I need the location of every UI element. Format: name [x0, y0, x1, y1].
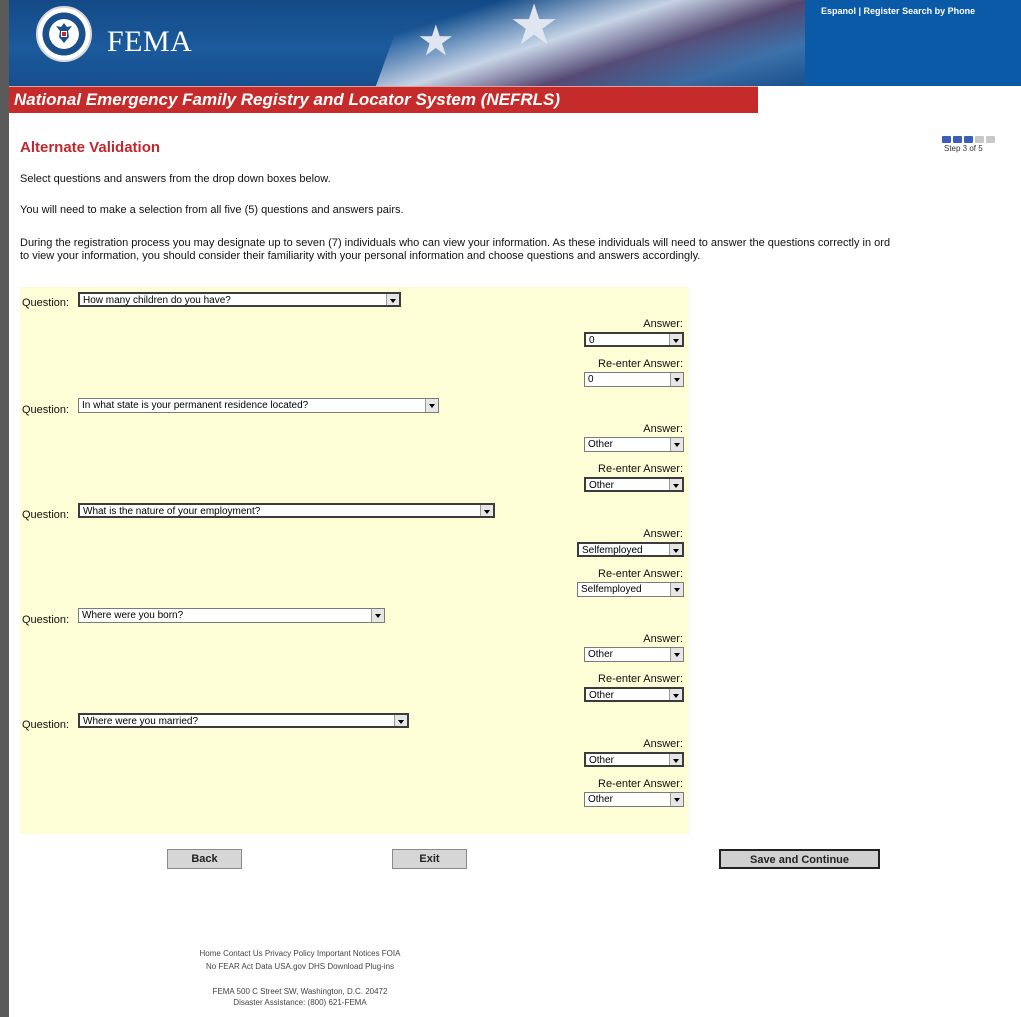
question-5-value: Where were you married?: [83, 716, 199, 727]
footer-links[interactable]: Home Contact Us Privacy Policy Important…: [0, 949, 600, 958]
window-left-border: [0, 0, 9, 1017]
chevron-down-icon: [670, 648, 683, 661]
answer-label: Answer:: [643, 423, 683, 435]
star-icon: ★: [417, 17, 455, 64]
reenter-answer-4-value: Other: [589, 690, 615, 701]
reenter-answer-1-select[interactable]: 0: [584, 372, 684, 387]
dhs-seal-logo[interactable]: [36, 6, 92, 62]
reenter-answer-label: Re-enter Answer:: [598, 358, 683, 370]
step-indicator-4: [975, 136, 984, 143]
chevron-down-icon: [669, 544, 682, 555]
link-espanol[interactable]: Espanol: [821, 6, 856, 16]
chevron-down-icon: [669, 689, 682, 700]
fema-logo-text[interactable]: FEMA: [107, 25, 192, 59]
answer-3-value: Selfemployed: [582, 545, 643, 556]
question-label: Question:: [22, 404, 70, 416]
answer-label: Answer:: [643, 318, 683, 330]
chevron-down-icon: [670, 583, 683, 596]
question-3-value: What is the nature of your employment?: [83, 506, 261, 517]
question-label: Question:: [22, 719, 70, 731]
reenter-answer-1-value: 0: [588, 374, 594, 385]
link-search-by-phone[interactable]: Search by Phone: [902, 6, 975, 16]
answer-label: Answer:: [643, 528, 683, 540]
answer-4-value: Other: [588, 649, 614, 660]
system-title: National Emergency Family Registry and L…: [14, 90, 561, 109]
chevron-down-icon: [669, 479, 682, 490]
step-indicator-5: [986, 136, 995, 143]
reenter-answer-3-value: Selfemployed: [581, 584, 642, 595]
reenter-answer-3-select[interactable]: Selfemployed: [577, 582, 684, 597]
instruction-text: to view your information, you should con…: [20, 250, 701, 262]
exit-button[interactable]: Exit: [392, 849, 467, 869]
footer-disaster-assistance: Disaster Assistance: (800) 621-FEMA: [233, 998, 367, 1007]
answer-1-select[interactable]: 0: [584, 332, 684, 347]
question-1-select[interactable]: How many children do you have?: [78, 292, 401, 307]
back-button[interactable]: Back: [167, 849, 242, 869]
chevron-down-icon: [670, 438, 683, 451]
answer-3-select[interactable]: Selfemployed: [577, 542, 684, 557]
chevron-down-icon: [669, 334, 682, 345]
page-title: Alternate Validation: [20, 139, 161, 156]
system-title-bar: National Emergency Family Registry and L…: [9, 86, 758, 113]
step-indicator-2: [953, 136, 962, 143]
question-label: Question:: [22, 509, 70, 521]
reenter-answer-label: Re-enter Answer:: [598, 778, 683, 790]
question-label: Question:: [22, 614, 70, 626]
answer-2-value: Other: [588, 439, 614, 450]
question-1-value: How many children do you have?: [83, 295, 231, 306]
step-indicator-1: [942, 136, 951, 143]
reenter-answer-label: Re-enter Answer:: [598, 568, 683, 580]
answer-label: Answer:: [643, 738, 683, 750]
header-banner: ★ ★ FEMA Espanol | Register Search by Ph…: [9, 0, 1021, 86]
answer-4-select[interactable]: Other: [584, 647, 684, 662]
reenter-answer-label: Re-enter Answer:: [598, 463, 683, 475]
reenter-answer-5-select[interactable]: Other: [584, 792, 684, 807]
question-3-select[interactable]: What is the nature of your employment?: [78, 503, 495, 518]
chevron-down-icon: [394, 715, 407, 726]
chevron-down-icon: [670, 373, 683, 386]
reenter-answer-5-value: Other: [588, 794, 614, 805]
chevron-down-icon: [669, 754, 682, 765]
eagle-icon: [56, 23, 72, 43]
question-2-value: In what state is your permanent residenc…: [82, 400, 309, 411]
answer-2-select[interactable]: Other: [584, 437, 684, 452]
reenter-answer-2-select[interactable]: Other: [584, 477, 684, 492]
reenter-answer-4-select[interactable]: Other: [584, 687, 684, 702]
reenter-answer-label: Re-enter Answer:: [598, 673, 683, 685]
step-label: Step 3 of 5: [944, 144, 983, 153]
chevron-down-icon: [480, 505, 493, 516]
instruction-text: Select questions and answers from the dr…: [20, 173, 331, 185]
star-icon: ★: [509, 0, 560, 56]
question-4-value: Where were you born?: [82, 610, 184, 621]
question-4-select[interactable]: Where were you born?: [78, 608, 385, 623]
answer-5-value: Other: [589, 755, 615, 766]
step-indicator-3: [964, 136, 973, 143]
save-and-continue-button[interactable]: Save and Continue: [719, 849, 880, 869]
answer-5-select[interactable]: Other: [584, 752, 684, 767]
answer-label: Answer:: [643, 633, 683, 645]
answer-1-value: 0: [589, 335, 595, 346]
reenter-answer-2-value: Other: [589, 480, 615, 491]
footer-address: FEMA 500 C Street SW, Washington, D.C. 2…: [212, 987, 388, 996]
chevron-down-icon: [670, 793, 683, 806]
link-register[interactable]: Register: [864, 6, 900, 16]
instruction-text: You will need to make a selection from a…: [20, 204, 404, 216]
chevron-down-icon: [371, 609, 384, 622]
question-label: Question:: [22, 297, 70, 309]
chevron-down-icon: [425, 399, 438, 412]
instruction-text: During the registration process you may …: [20, 237, 891, 249]
chevron-down-icon: [386, 294, 399, 305]
question-5-select[interactable]: Where were you married?: [78, 713, 409, 728]
footer-links[interactable]: No FEAR Act Data USA.gov DHS Download Pl…: [0, 962, 600, 971]
top-links: Espanol | Register Search by Phone: [821, 6, 976, 16]
question-2-select[interactable]: In what state is your permanent residenc…: [78, 398, 439, 413]
